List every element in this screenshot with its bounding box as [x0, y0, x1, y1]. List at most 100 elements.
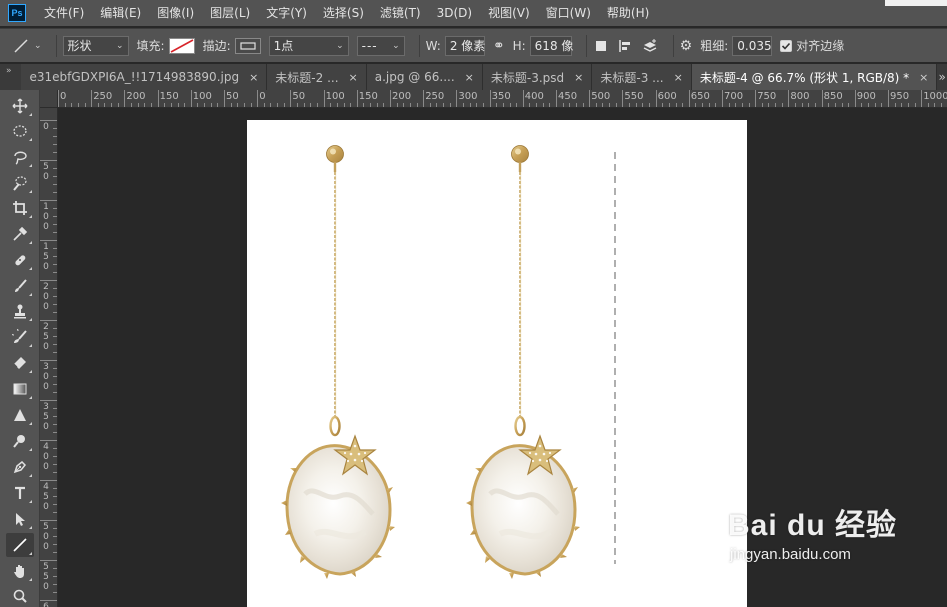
ruler-tick	[556, 90, 557, 107]
line-tool-preset-icon	[14, 38, 28, 53]
close-icon[interactable]: ×	[465, 71, 474, 84]
menu-edit[interactable]: 编辑(E)	[92, 0, 149, 26]
menu-image[interactable]: 图像(I)	[149, 0, 202, 26]
ruler-label: 750	[757, 91, 777, 102]
document-tab-active[interactable]: 未标题-4 @ 66.7% (形状 1, RGB/8) * ×	[691, 64, 938, 90]
ruler-minor-tick	[768, 103, 770, 107]
document-tab[interactable]: a.jpg @ 66.... ×	[366, 64, 483, 90]
height-input[interactable]: 618 像	[529, 35, 573, 56]
menu-file[interactable]: 文件(F)	[36, 0, 92, 26]
ruler-minor-tick	[53, 136, 57, 137]
horizontal-ruler[interactable]: 0 250 200 150 100 50 0 50 100 150 200 250 300 350 400 4…	[58, 90, 947, 108]
close-icon[interactable]: ×	[249, 71, 258, 84]
document-tab[interactable]: e31ebfGDXPI6A_!!1714983890.jpg ×	[21, 64, 268, 90]
menu-filter[interactable]: 滤镜(T)	[372, 0, 429, 26]
ruler-label: 400	[524, 91, 544, 102]
eraser-icon[interactable]	[6, 351, 34, 375]
sharpen-icon[interactable]	[6, 403, 34, 427]
menu-type[interactable]: 文字(Y)	[258, 0, 315, 26]
ruler-minor-tick	[702, 103, 704, 107]
menu-view[interactable]: 视图(V)	[480, 0, 538, 26]
path-operations-icon[interactable]	[593, 38, 609, 54]
submenu-indicator	[29, 267, 32, 270]
brush-icon[interactable]	[6, 274, 34, 298]
ruler-minor-tick	[834, 103, 836, 107]
ruler-minor-tick	[509, 103, 511, 107]
line-icon[interactable]	[6, 533, 34, 557]
ruler-label: 900	[856, 91, 876, 102]
ruler-tick	[888, 90, 889, 107]
document-tab[interactable]: 未标题-2 ... ×	[267, 64, 367, 90]
dodge-icon[interactable]	[6, 429, 34, 453]
ruler-minor-tick	[376, 103, 378, 107]
ruler-minor-tick	[53, 304, 57, 305]
mode-select[interactable]: 形状 ⌄	[62, 35, 129, 56]
menu-help[interactable]: 帮助(H)	[599, 0, 657, 26]
ruler-minor-tick	[463, 103, 465, 107]
menu-select[interactable]: 选择(S)	[315, 0, 372, 26]
menu-3d[interactable]: 3D(D)	[429, 0, 480, 26]
ruler-minor-tick	[363, 103, 365, 107]
ruler-minor-tick	[97, 103, 99, 107]
ruler-minor-tick	[316, 103, 318, 107]
path-arrangement-icon[interactable]	[641, 38, 659, 54]
eyedropper-icon[interactable]	[6, 222, 34, 246]
fill-swatch-none-icon[interactable]	[168, 37, 195, 54]
link-icon[interactable]: ⚭	[493, 38, 505, 54]
stamp-icon[interactable]	[6, 299, 34, 323]
weight-input[interactable]: 0.035	[732, 35, 773, 56]
stroke-style-select[interactable]: --- ⌄	[356, 35, 405, 56]
vertical-ruler[interactable]: 0 50 100 150 200 250 300 350 400 450 500 550 600	[40, 108, 58, 607]
ruler-minor-tick	[210, 103, 212, 107]
ruler-minor-tick	[53, 256, 57, 257]
stroke-swatch-icon[interactable]	[234, 37, 261, 54]
ruler-label: 650	[690, 91, 710, 102]
lasso-icon[interactable]	[6, 145, 34, 169]
healing-icon[interactable]	[6, 248, 34, 272]
gradient-icon[interactable]	[6, 377, 34, 401]
crop-icon[interactable]	[6, 196, 34, 220]
zoom-icon[interactable]	[6, 584, 34, 607]
quick-select-icon[interactable]	[6, 171, 34, 195]
pen-icon[interactable]	[6, 455, 34, 479]
document-canvas[interactable]	[247, 120, 747, 607]
document-tab[interactable]: 未标题-3 ... ×	[592, 64, 692, 90]
tab-overflow-icon[interactable]: »	[937, 64, 947, 90]
menu-layer[interactable]: 图层(L)	[202, 0, 258, 26]
ruler-minor-tick	[53, 184, 57, 185]
ruler-tick	[522, 90, 524, 107]
checkbox-checked-icon[interactable]	[780, 39, 793, 52]
document-tab[interactable]: 未标题-3.psd ×	[482, 64, 593, 90]
ruler-minor-tick	[53, 496, 57, 497]
earrings-artwork	[247, 120, 616, 607]
ruler-label: 100	[192, 91, 212, 102]
stroke-width-select[interactable]: 1点 ⌄	[268, 35, 349, 56]
close-icon[interactable]: ×	[674, 71, 683, 84]
ruler-minor-tick	[409, 103, 411, 107]
menu-window[interactable]: 窗口(W)	[538, 0, 599, 26]
ruler-origin[interactable]	[40, 90, 58, 108]
close-icon[interactable]: ×	[574, 71, 583, 84]
submenu-indicator	[29, 241, 32, 244]
ruler-tick	[190, 90, 192, 107]
history-brush-icon[interactable]	[6, 325, 34, 349]
path-select-icon[interactable]	[6, 507, 34, 531]
gear-icon[interactable]: ⚙	[680, 38, 693, 54]
width-input[interactable]: 2 像素	[444, 35, 485, 56]
align-edges-control[interactable]: 对齐边缘	[780, 37, 844, 54]
canvas-area[interactable]	[58, 108, 947, 607]
ruler-tick	[40, 200, 57, 201]
ruler-minor-tick	[795, 103, 797, 107]
tool-preset-picker[interactable]: ⌄	[12, 37, 42, 55]
close-icon[interactable]: ×	[919, 71, 928, 84]
type-icon[interactable]	[6, 481, 34, 505]
close-icon[interactable]: ×	[349, 71, 358, 84]
ruler-tick	[921, 90, 923, 107]
hand-icon[interactable]	[6, 559, 34, 583]
ruler-minor-tick	[53, 408, 57, 409]
marquee-icon[interactable]	[6, 119, 34, 143]
mode-select-value: 形状	[67, 39, 92, 53]
move-icon[interactable]	[6, 94, 34, 118]
path-alignment-icon[interactable]	[617, 38, 633, 54]
panel-collapse-icon[interactable]: »	[0, 64, 21, 90]
